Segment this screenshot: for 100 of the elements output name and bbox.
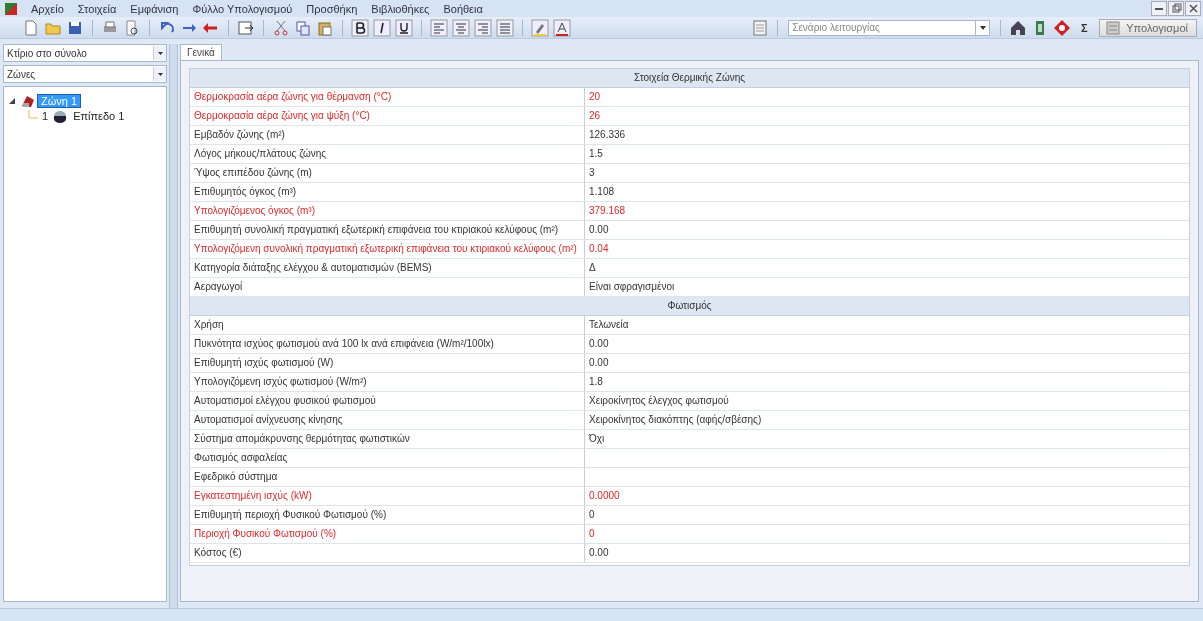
property-value[interactable]: 126.336 bbox=[585, 126, 1189, 145]
property-value[interactable]: 379.168 bbox=[585, 202, 1189, 221]
align-center-icon bbox=[452, 18, 470, 37]
close-icon bbox=[1186, 2, 1200, 15]
underline-button[interactable] bbox=[394, 17, 414, 38]
restore-icon bbox=[1169, 2, 1183, 15]
font-color-icon bbox=[553, 18, 571, 37]
property-label: Πυκνότητα ισχύος φωτισμού ανά 100 lx ανά επιφάνεια (W/m²/100lx) bbox=[190, 335, 585, 354]
sum-button[interactable]: Σ bbox=[1074, 17, 1095, 38]
property-label: Θερμοκρασία αέρα ζώνης για ψύξη (°C) bbox=[190, 107, 585, 126]
menu-item[interactable]: Αρχείο bbox=[24, 2, 71, 15]
property-value[interactable]: 3 bbox=[585, 164, 1189, 183]
italic-button[interactable] bbox=[372, 17, 392, 38]
dropdown-caret-icon bbox=[978, 23, 987, 32]
restore-button[interactable] bbox=[1168, 1, 1184, 16]
export-icon bbox=[237, 18, 255, 37]
tree-connector-icon bbox=[28, 109, 38, 122]
highlight-icon bbox=[531, 18, 549, 37]
tree-item[interactable]: Επίπεδο 1 bbox=[70, 109, 128, 122]
property-label: Επιθυμητή συνολική πραγματική εξωτερική επιφάνεια του κτιριακού κελύφους (m²) bbox=[190, 221, 585, 240]
menu-item[interactable]: Εμφάνιση bbox=[123, 2, 186, 15]
align-left-button[interactable] bbox=[429, 17, 449, 38]
menu-item[interactable]: Βιβλιοθήκες bbox=[364, 2, 437, 15]
font-color-button[interactable] bbox=[552, 17, 572, 38]
align-center-button[interactable] bbox=[451, 17, 471, 38]
highlight-button[interactable] bbox=[530, 17, 550, 38]
property-value[interactable]: 0.04 bbox=[585, 240, 1189, 259]
app-logo-icon bbox=[4, 1, 18, 16]
property-label: Λόγος μήκους/πλάτους ζώνης bbox=[190, 145, 585, 164]
property-label: Υπολογιζόμενος όγκος (m³) bbox=[190, 202, 585, 221]
menu-item[interactable]: Προσθήκη bbox=[299, 2, 365, 15]
minimize-button[interactable] bbox=[1151, 1, 1167, 16]
property-value[interactable]: 0.00 bbox=[585, 354, 1189, 373]
property-value[interactable]: Χειροκίνητος έλεγχος φωτισμού bbox=[585, 392, 1189, 411]
property-label: Επιθυμητός όγκος (m³) bbox=[190, 183, 585, 202]
property-value[interactable]: Όχι bbox=[585, 430, 1189, 449]
property-value[interactable]: Τελωνεία bbox=[585, 316, 1189, 335]
property-label: Κατηγορία διάταξης ελέγχου & αυτοματισμών (BEMS) bbox=[190, 259, 585, 278]
house-icon bbox=[1009, 18, 1028, 37]
building-dropdown[interactable]: Κτίριο στο σύνολο bbox=[3, 44, 167, 62]
diamond-icon bbox=[1053, 18, 1072, 37]
property-label: Εφεδρικό σύστημα bbox=[190, 468, 585, 487]
bold-icon bbox=[351, 18, 369, 37]
property-label: Κόστος (€) bbox=[190, 544, 585, 563]
property-label: Σύστημα απομάκρυνσης θερμότητας φωτιστικών bbox=[190, 430, 585, 449]
property-label: Εμβαδόν ζώνης (m²) bbox=[190, 126, 585, 145]
property-value[interactable]: 0.00 bbox=[585, 335, 1189, 354]
justify-button[interactable] bbox=[495, 17, 515, 38]
property-value[interactable]: 0.0000 bbox=[585, 487, 1189, 506]
diamond-button[interactable] bbox=[1052, 17, 1073, 38]
preview-icon bbox=[123, 18, 141, 37]
property-label: Υπολογιζόμενη ισχύς φωτισμού (W/m²) bbox=[190, 373, 585, 392]
dropdown-caret-icon bbox=[156, 49, 164, 57]
property-label: Αυτοματισμοί ανίχνευσης κίνησης bbox=[190, 411, 585, 430]
section-header: Στοιχεία Θερμικής Ζώνης bbox=[190, 69, 1189, 88]
property-value[interactable]: 1.8 bbox=[585, 373, 1189, 392]
tab[interactable]: Γενικά bbox=[180, 44, 222, 60]
property-value[interactable]: Χειροκίνητος διακόπτης (αφής/σβέσης) bbox=[585, 411, 1189, 430]
expanded-arrow-icon[interactable] bbox=[8, 96, 16, 105]
property-label: Επιθυμητή ισχύς φωτισμού (W) bbox=[190, 354, 585, 373]
copy-icon bbox=[294, 18, 312, 37]
property-value[interactable]: 0 bbox=[585, 525, 1189, 544]
property-value[interactable]: 20 bbox=[585, 88, 1189, 107]
calculate-button[interactable]: Υπολογισμοί bbox=[1099, 18, 1197, 37]
menu-item[interactable]: Φύλλο Υπολογισμού bbox=[185, 2, 300, 15]
property-value[interactable]: 1.5 bbox=[585, 145, 1189, 164]
cut-icon bbox=[272, 18, 290, 37]
property-value[interactable]: 0.00 bbox=[585, 544, 1189, 563]
property-label: Εγκατεστημένη ισχύς (kW) bbox=[190, 487, 585, 506]
property-value[interactable]: 0.00 bbox=[585, 221, 1189, 240]
zone-icon bbox=[20, 93, 36, 108]
tree-item-number: 1 bbox=[42, 109, 49, 122]
bold-button[interactable] bbox=[350, 17, 370, 38]
property-label: Ύψος επιπέδου ζώνης (m) bbox=[190, 164, 585, 183]
level-icon bbox=[52, 108, 69, 123]
dropdown-button[interactable] bbox=[976, 19, 991, 36]
new-file-icon bbox=[22, 18, 40, 37]
underline-icon bbox=[395, 18, 413, 37]
zone-dropdown[interactable]: Ζώνες bbox=[3, 65, 167, 83]
property-label: Φωτισμός ασφαλείας bbox=[190, 449, 585, 468]
property-label: Θερμοκρασία αέρα ζώνης για θέρμανση (°C) bbox=[190, 88, 585, 107]
property-label: Χρήση bbox=[190, 316, 585, 335]
property-value[interactable]: 26 bbox=[585, 107, 1189, 126]
menu-item[interactable]: Βοήθεια bbox=[436, 2, 490, 15]
splitter-handle[interactable] bbox=[169, 44, 178, 608]
align-left-icon bbox=[430, 18, 448, 37]
dropdown-caret-icon bbox=[156, 70, 164, 78]
property-label: Υπολογιζόμενη συνολική πραγματική εξωτερική επιφάνεια του κτιριακού κελύφους (m²) bbox=[190, 240, 585, 259]
minimize-icon bbox=[1155, 7, 1163, 10]
justify-icon bbox=[496, 18, 514, 37]
align-right-button[interactable] bbox=[473, 17, 493, 38]
property-value[interactable]: Δ bbox=[585, 259, 1189, 278]
calculator-icon bbox=[1106, 20, 1121, 35]
close-button[interactable] bbox=[1185, 1, 1201, 16]
scenario-field[interactable]: Σενάριο λειτουργίας bbox=[788, 19, 977, 36]
property-label: Περιοχή Φυσικού Φωτισμού (%) bbox=[190, 525, 585, 544]
property-label: Αυτοματισμοί ελέγχου φυσικού φωτισμού bbox=[190, 392, 585, 411]
menu-item[interactable]: Στοιχεία bbox=[70, 2, 124, 15]
property-value[interactable]: 1.108 bbox=[585, 183, 1189, 202]
property-value[interactable]: 0 bbox=[585, 506, 1189, 525]
